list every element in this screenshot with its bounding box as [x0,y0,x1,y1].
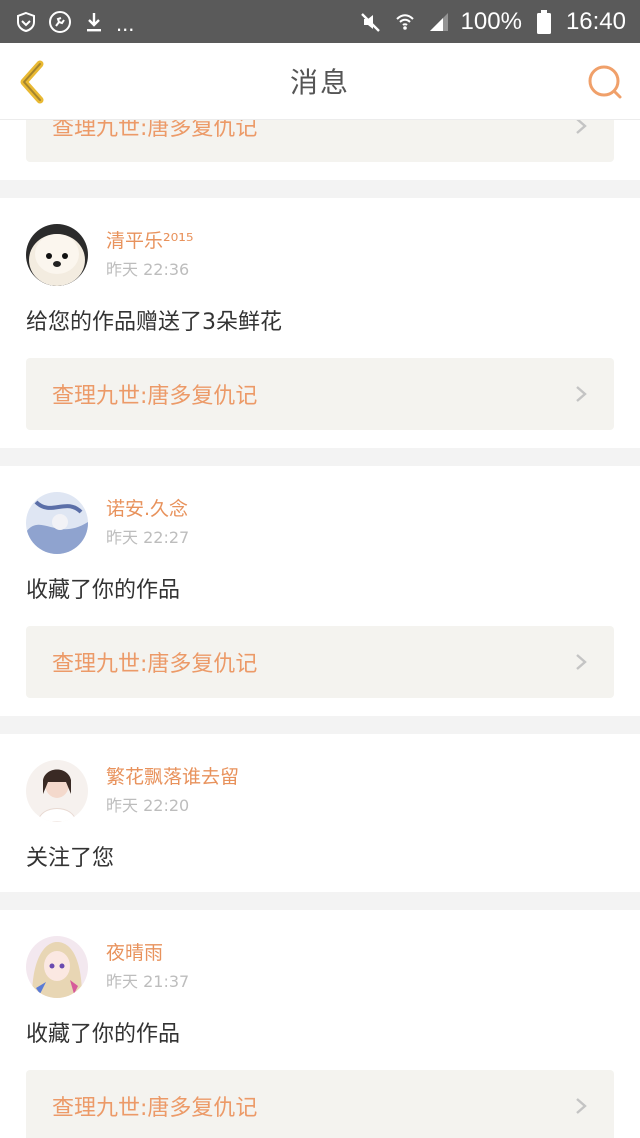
username[interactable]: 诺安.久念 [106,498,189,520]
battery-icon [532,9,556,34]
timestamp: 昨天 22:27 [106,528,190,547]
chevron-left-icon [20,60,44,104]
mute-icon [359,10,383,34]
avatar[interactable] [26,936,88,998]
search-button[interactable] [586,63,624,101]
work-link[interactable]: 查理九世:唐多复仇记 [26,120,614,162]
back-button[interactable] [16,59,52,105]
work-title: 查理九世:唐多复仇记 [52,1096,258,1121]
chevron-right-icon [576,654,587,670]
work-link[interactable]: 查理九世:唐多复仇记 [26,358,614,430]
search-icon [588,65,622,99]
timestamp: 昨天 22:20 [106,796,190,815]
message-text: 给您的作品赠送了3朵鲜花 [26,310,282,335]
clock: 16:40 [565,7,626,35]
work-title: 查理九世:唐多复仇记 [52,120,258,141]
divider [0,892,640,910]
chevron-right-icon [576,386,587,402]
wifi-icon [393,10,417,34]
username[interactable]: 夜晴雨 [106,942,189,964]
chevron-right-icon [576,1098,587,1114]
status-bar: ... 100% 16:40 [0,0,640,43]
signal-icon [427,10,451,34]
avatar[interactable] [26,224,88,286]
battery-percent: 100% [460,7,522,35]
divider [0,716,640,734]
avatar[interactable] [26,760,88,822]
username[interactable]: 清平乐²⁰¹⁵ [106,230,193,252]
username[interactable]: 繁花飘落谁去留 [106,766,239,788]
running-icon [48,10,72,34]
message-card: 繁花飘落谁去留 昨天 22:20 关注了您 [0,734,640,892]
page-title: 消息 [289,66,350,99]
message-card: 夜晴雨 昨天 21:37 收藏了你的作品 查理九世:唐多复仇记 [0,910,640,1138]
download-icon [82,10,106,34]
work-title: 查理九世:唐多复仇记 [52,384,258,409]
navigation-bar: 消息 [0,43,640,120]
work-link[interactable]: 查理九世:唐多复仇记 [26,626,614,698]
divider [0,180,640,198]
divider [0,448,640,466]
more-notifications: ... [116,10,135,36]
message-text: 关注了您 [26,846,115,871]
message-card-partial: 查理九世:唐多复仇记 [0,120,640,180]
avatar[interactable] [26,492,88,554]
timestamp: 昨天 22:36 [106,260,190,279]
work-link[interactable]: 查理九世:唐多复仇记 [26,1070,614,1138]
work-title: 查理九世:唐多复仇记 [52,652,258,677]
message-card: 诺安.久念 昨天 22:27 收藏了你的作品 查理九世:唐多复仇记 [0,466,640,716]
timestamp: 昨天 21:37 [106,972,190,991]
message-list-viewport[interactable]: 查理九世:唐多复仇记 清平乐²⁰¹⁵ 昨天 22:36 给您的作品赠送了3朵鲜花… [0,120,640,1138]
message-text: 收藏了你的作品 [26,1022,181,1047]
chevron-right-icon [576,120,587,134]
message-text: 收藏了你的作品 [26,578,181,603]
shield-icon [14,10,38,34]
message-card: 清平乐²⁰¹⁵ 昨天 22:36 给您的作品赠送了3朵鲜花 查理九世:唐多复仇记 [0,198,640,448]
